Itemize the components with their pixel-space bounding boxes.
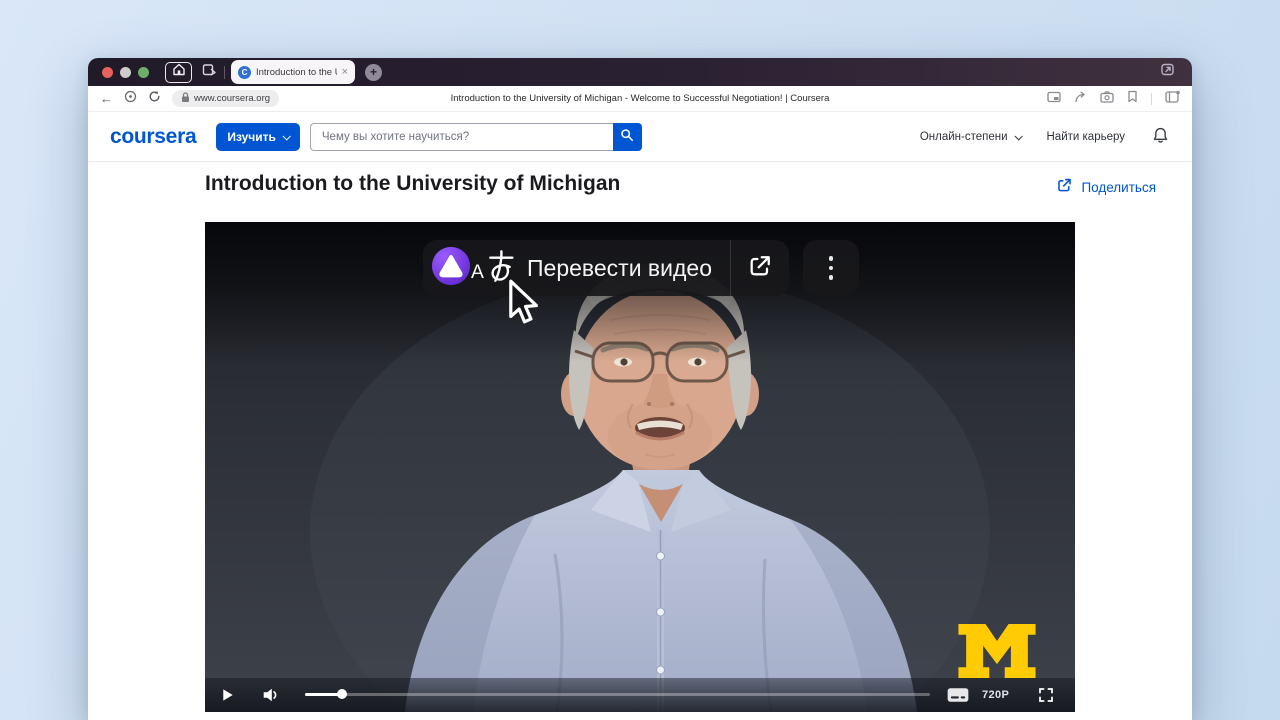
url-text: www.coursera.org	[194, 93, 270, 104]
pip-icon[interactable]	[1047, 90, 1061, 108]
progress-track[interactable]	[305, 693, 930, 696]
notifications-button[interactable]	[1151, 126, 1170, 148]
nav-online-degrees-label: Онлайн-степени	[920, 131, 1008, 143]
search-icon	[620, 128, 634, 145]
translate-video-label: Перевести видео	[527, 255, 712, 282]
share-label: Поделиться	[1081, 180, 1156, 195]
translate-video-pill[interactable]: A Перевести видео	[423, 240, 789, 296]
volume-button[interactable]	[261, 686, 279, 709]
nav-find-career[interactable]: Найти карьеру	[1047, 131, 1126, 143]
back-button[interactable]: ←	[100, 92, 113, 105]
toolbar-separator	[1151, 93, 1152, 105]
coursera-favicon: C	[238, 66, 251, 79]
external-link-icon	[746, 252, 774, 285]
quality-selector[interactable]: 720P	[982, 689, 1009, 701]
explore-button[interactable]: Изучить	[216, 123, 300, 151]
video-controls: 720P	[205, 678, 1075, 712]
kebab-menu-icon	[829, 266, 834, 271]
share-arrow-icon[interactable]	[1074, 90, 1087, 108]
share-button[interactable]: Поделиться	[1056, 177, 1156, 197]
sidebar-icon[interactable]	[1165, 90, 1180, 108]
kebab-menu-icon	[829, 256, 834, 261]
nav-online-degrees[interactable]: Онлайн-степени	[920, 131, 1021, 143]
url-bar[interactable]: www.coursera.org	[172, 90, 279, 107]
home-icon	[172, 63, 186, 81]
search-box	[310, 123, 642, 151]
mouse-cursor	[501, 278, 543, 331]
site-info-icon[interactable]	[124, 90, 137, 108]
fullscreen-button[interactable]	[1038, 687, 1054, 708]
close-window-button[interactable]	[102, 67, 113, 78]
tabs-icon	[202, 63, 217, 82]
michigan-logo	[957, 624, 1037, 683]
explore-button-label: Изучить	[227, 130, 276, 144]
svg-text:A: A	[471, 261, 484, 282]
downloads-panel-icon[interactable]	[1160, 62, 1176, 82]
tab-coursera[interactable]: C Introduction to the Un ×	[231, 60, 355, 84]
share-icon	[1056, 177, 1073, 197]
tab-close-icon[interactable]: ×	[342, 67, 348, 78]
traffic-lights	[102, 67, 149, 78]
chevron-down-icon	[282, 132, 290, 140]
titlebar-divider	[224, 66, 225, 79]
bookmark-icon[interactable]	[1127, 90, 1138, 108]
tab-title: Introduction to the Un	[256, 67, 337, 78]
search-button[interactable]	[613, 123, 642, 151]
open-translation-button[interactable]	[731, 240, 789, 296]
new-tab-button[interactable]: +	[365, 64, 382, 81]
play-button[interactable]	[222, 688, 234, 707]
search-input[interactable]	[310, 123, 613, 151]
zoom-window-button[interactable]	[138, 67, 149, 78]
chevron-down-icon	[1014, 132, 1022, 140]
page-content: Introduction to the University of Michig…	[88, 162, 1192, 720]
progress-handle[interactable]	[337, 689, 347, 699]
minimize-window-button[interactable]	[120, 67, 131, 78]
alice-assistant-icon	[431, 246, 471, 291]
lock-icon	[181, 90, 190, 108]
address-toolbar: ← www.coursera.org Introduction to the U…	[88, 86, 1192, 112]
document-title: Introduction to the University of Michig…	[451, 93, 830, 104]
kebab-menu-icon	[829, 275, 834, 280]
page-title: Introduction to the University of Michig…	[205, 172, 620, 196]
coursera-logo[interactable]: coursera	[110, 125, 196, 149]
browser-titlebar: C Introduction to the Un × +	[88, 58, 1192, 86]
browser-window: C Introduction to the Un × + ← www.cours…	[88, 58, 1192, 720]
captions-button[interactable]	[946, 686, 970, 709]
screenshot-icon[interactable]	[1100, 90, 1114, 108]
tab-overview-button[interactable]	[198, 62, 220, 83]
coursera-header: coursera Изучить Онлайн-степени Найти ка…	[88, 112, 1192, 162]
overlay-menu-button[interactable]	[803, 240, 859, 296]
home-button[interactable]	[165, 62, 192, 83]
video-player[interactable]: A Перевести видео	[205, 222, 1075, 712]
reload-button[interactable]	[148, 90, 161, 108]
